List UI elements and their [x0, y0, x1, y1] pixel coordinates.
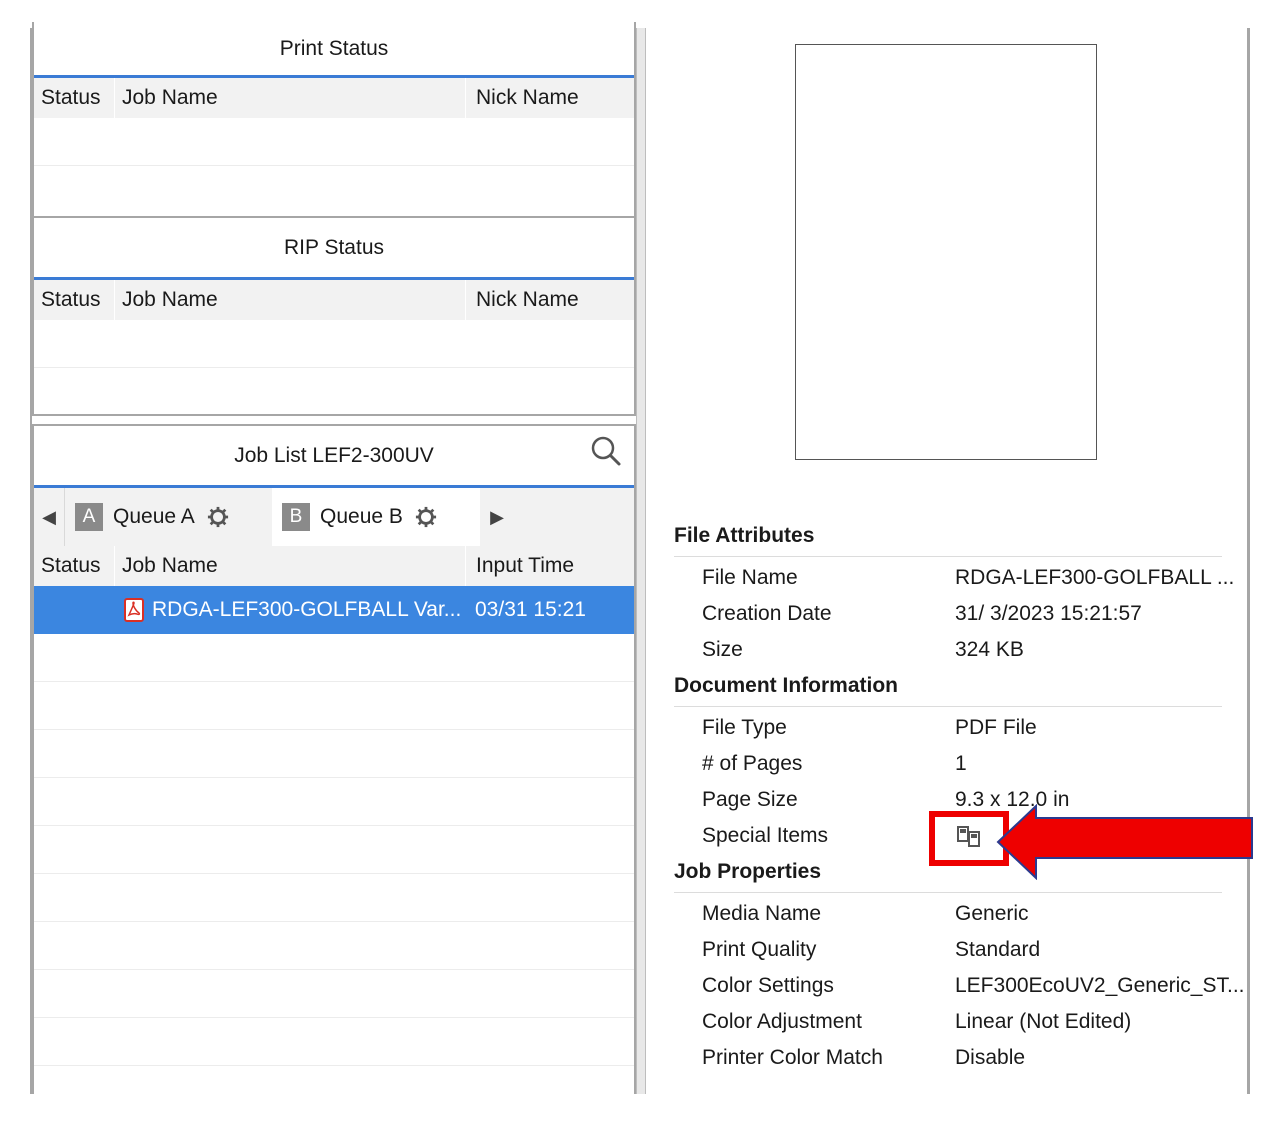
empty-row	[34, 682, 634, 730]
attr-label: Special Items	[702, 824, 829, 847]
gear-icon[interactable]	[415, 506, 437, 528]
print-status-header: Status Job Name Nick Name	[34, 78, 634, 118]
job-list-title: Job List LEF2-300UV	[34, 426, 634, 488]
attr-label: Printer Color Match	[702, 1046, 883, 1069]
media-name-value: Generic	[955, 902, 1029, 925]
gear-icon[interactable]	[207, 506, 229, 528]
tab-label: Queue B	[320, 505, 403, 528]
empty-row	[34, 922, 634, 970]
rip-status-panel: RIP Status Status Job Name Nick Name	[32, 216, 636, 416]
column-input-time[interactable]: Input Time	[465, 546, 634, 586]
attr-label: File Name	[702, 566, 798, 589]
size-value: 324 KB	[955, 638, 1024, 661]
job-list-header: Status Job Name Input Time	[34, 546, 634, 586]
empty-row	[34, 826, 634, 874]
column-status[interactable]: Status	[34, 546, 114, 586]
rip-status-title: RIP Status	[34, 218, 634, 280]
right-window-edge	[1247, 28, 1250, 1094]
print-quality-value: Standard	[955, 938, 1041, 961]
color-adjustment-value: Linear (Not Edited)	[955, 1010, 1132, 1033]
empty-row	[34, 778, 634, 826]
job-row[interactable]: RDGA-LEF300-GOLFBALL Var... 03/31 15:21	[34, 586, 634, 634]
job-details-panel: File Attributes File Name RDGA-LEF300-GO…	[647, 28, 1247, 1094]
attr-label: Size	[702, 638, 743, 661]
attr-label: Creation Date	[702, 602, 832, 625]
attr-label: Color Settings	[702, 974, 834, 997]
file-name-value: RDGA-LEF300-GOLFBALL ...	[955, 566, 1235, 589]
page-preview	[795, 44, 1097, 460]
print-status-panel: Print Status Status Job Name Nick Name	[32, 22, 636, 218]
column-job-name[interactable]: Job Name	[114, 546, 465, 586]
pdf-icon	[124, 597, 144, 622]
attr-label: File Type	[702, 716, 787, 739]
job-name-cell: RDGA-LEF300-GOLFBALL Var...	[114, 597, 465, 622]
queue-tabs: ◀ A Queue A B Queue B ▶	[34, 488, 634, 546]
column-status[interactable]: Status	[34, 280, 114, 320]
print-status-title: Print Status	[34, 22, 634, 78]
queue-letter-badge: B	[282, 503, 310, 531]
annotation-arrow-icon	[996, 804, 1253, 880]
empty-row	[34, 1018, 634, 1066]
column-job-name[interactable]: Job Name	[114, 280, 465, 320]
job-name: RDGA-LEF300-GOLFBALL Var...	[152, 597, 462, 621]
job-list-panel: Job List LEF2-300UV ◀ A Queue A B Queue …	[32, 424, 636, 1094]
empty-row	[34, 320, 634, 368]
printer-color-match-value: Disable	[955, 1046, 1026, 1069]
file-type-value: PDF File	[955, 716, 1037, 739]
empty-row	[34, 118, 634, 166]
column-job-name[interactable]: Job Name	[114, 78, 465, 118]
queue-letter-badge: A	[75, 503, 103, 531]
document-information-title: Document Information	[674, 674, 898, 697]
tab-scroll-left-icon[interactable]: ◀	[34, 507, 64, 528]
color-settings-value: LEF300EcoUV2_Generic_ST...	[955, 974, 1245, 997]
attr-label: Color Adjustment	[702, 1010, 862, 1033]
attr-label: Media Name	[702, 902, 822, 925]
tab-queue-b[interactable]: B Queue B	[272, 488, 480, 546]
empty-row	[34, 730, 634, 778]
job-input-time: 03/31 15:21	[475, 597, 586, 621]
pages-value: 1	[955, 752, 967, 775]
empty-row	[34, 874, 634, 922]
job-list-title-text: Job List LEF2-300UV	[234, 443, 434, 467]
tab-scroll-right-icon[interactable]: ▶	[480, 507, 514, 528]
empty-row	[34, 970, 634, 1018]
section-divider	[674, 706, 1222, 707]
tab-label: Queue A	[113, 505, 195, 528]
empty-row	[34, 634, 634, 682]
section-divider	[674, 556, 1222, 557]
tab-queue-a[interactable]: A Queue A	[64, 488, 272, 546]
attr-label: # of Pages	[702, 752, 803, 775]
attr-label: Page Size	[702, 788, 798, 811]
splitter[interactable]	[636, 28, 646, 1094]
attr-label: Print Quality	[702, 938, 817, 961]
job-properties-title: Job Properties	[674, 860, 822, 883]
section-divider	[674, 892, 1222, 893]
file-attributes-title: File Attributes	[674, 524, 815, 547]
column-nick-name[interactable]: Nick Name	[465, 78, 634, 118]
column-nick-name[interactable]: Nick Name	[465, 280, 634, 320]
rip-status-header: Status Job Name Nick Name	[34, 280, 634, 320]
creation-date-value: 31/ 3/2023 15:21:57	[955, 602, 1142, 625]
search-icon[interactable]	[590, 435, 622, 467]
column-status[interactable]: Status	[34, 78, 114, 118]
